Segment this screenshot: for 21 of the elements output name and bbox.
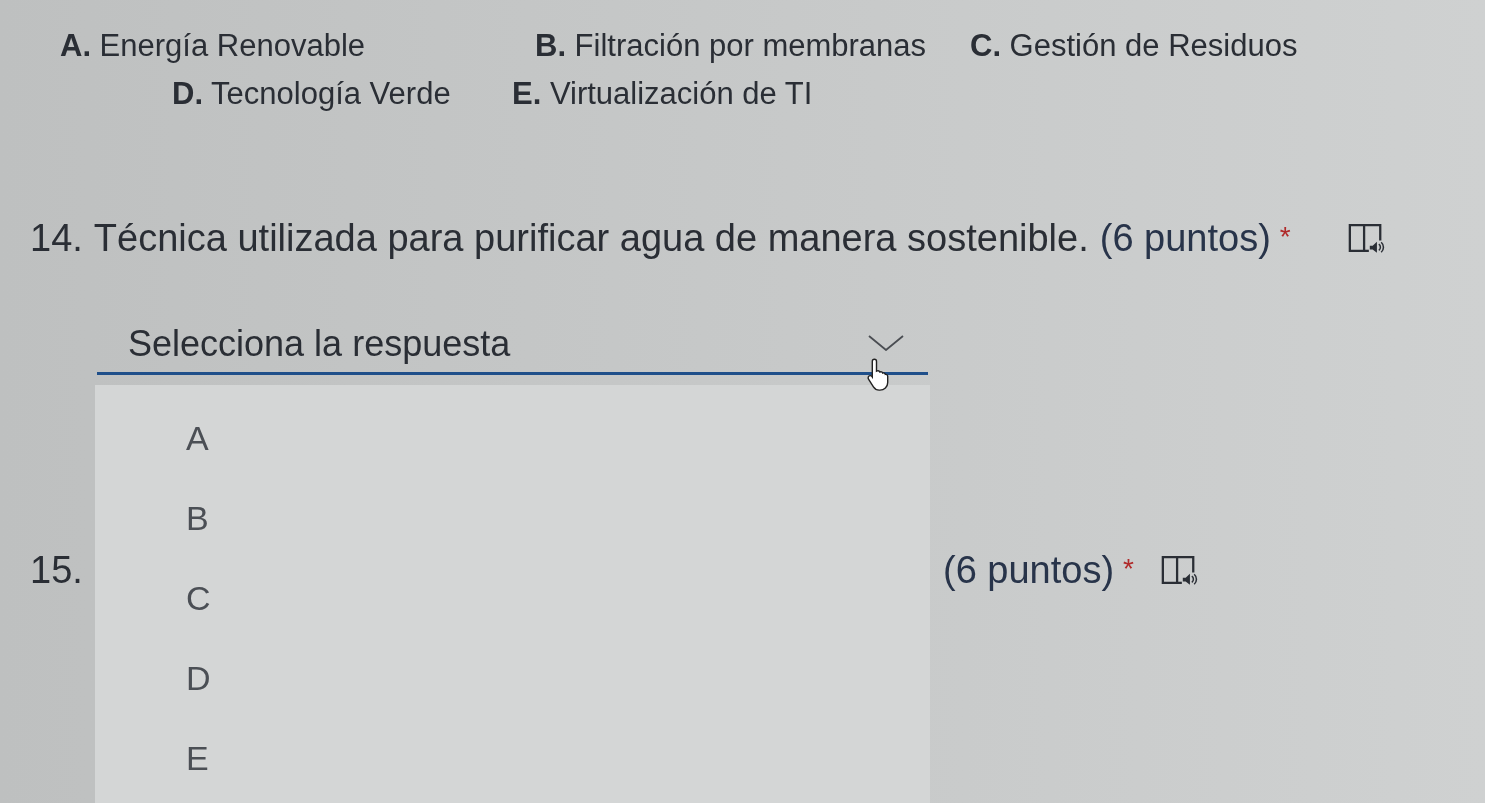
dropdown-option[interactable]: C <box>95 558 930 638</box>
legend-item: D. Tecnología Verde <box>172 75 451 111</box>
chevron-down-icon <box>868 335 904 351</box>
points-label: (6 puntos) <box>1099 215 1271 261</box>
question-number: 15. <box>30 548 83 591</box>
required-asterisk: * <box>1279 220 1291 254</box>
question-number: 14. <box>30 216 83 259</box>
dropdown-option[interactable]: A <box>95 398 930 478</box>
dropdown-option[interactable]: D <box>95 638 930 718</box>
legend-item: A. Energía Renovable <box>60 27 366 63</box>
dropdown-option[interactable]: E <box>95 718 930 798</box>
legend-item: B. Filtración por membranas <box>535 27 927 63</box>
required-asterisk: * <box>1123 552 1134 586</box>
book-speaker-icon[interactable] <box>1346 221 1385 255</box>
dropdown-field[interactable]: Selecciona la respuesta <box>97 315 928 375</box>
points-label: (6 puntos) <box>943 547 1115 593</box>
book-speaker-icon[interactable] <box>1160 553 1198 587</box>
dropdown-option[interactable]: B <box>95 478 930 558</box>
legend-item: E. Virtualización de TI <box>512 75 813 111</box>
question-text: Técnica utilizada para purificar agua de manera sostenible. <box>93 215 1089 261</box>
legend-item: C. Gestión de Residuos <box>970 27 1298 63</box>
